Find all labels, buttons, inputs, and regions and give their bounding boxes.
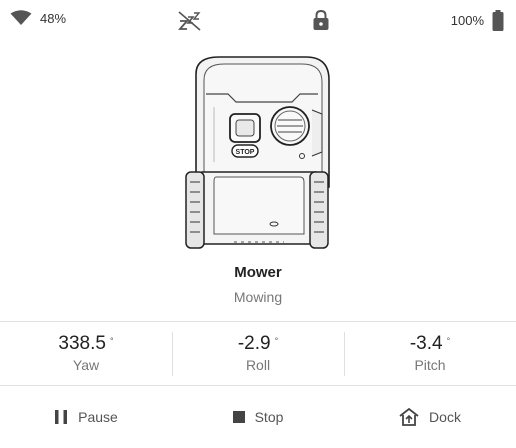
status-bar: 48% 100% <box>0 0 516 40</box>
pause-label: Pause <box>78 409 118 425</box>
metric-pitch: -3.4 ° Pitch <box>344 322 516 385</box>
sleep-status <box>178 11 202 31</box>
metric-value: 338.5 ° <box>0 333 172 355</box>
left-wheel <box>185 171 205 249</box>
battery-status: 100% <box>451 10 504 31</box>
roll-unit: ° <box>274 336 279 346</box>
stop-icon <box>232 411 245 423</box>
pause-icon <box>55 410 68 424</box>
yaw-value: 338.5 <box>58 333 106 354</box>
action-bar: Pause Stop Dock <box>0 386 516 448</box>
orientation-metrics: 338.5 ° Yaw -2.9 ° Roll -3.4 ° Pitch <box>0 322 516 385</box>
lock-icon <box>313 9 329 30</box>
yaw-unit: ° <box>109 336 114 346</box>
yaw-label: Yaw <box>72 357 100 373</box>
wifi-icon <box>10 10 32 25</box>
metric-roll: -2.9 ° Roll <box>172 322 344 385</box>
stop-button[interactable]: Stop <box>172 386 344 448</box>
dock-button[interactable]: Dock <box>344 386 516 448</box>
pause-button[interactable]: Pause <box>0 386 172 448</box>
metric-value: -2.9 ° <box>172 333 344 355</box>
dock-label: Dock <box>429 409 461 425</box>
battery-percentage: 100% <box>450 13 484 28</box>
pitch-unit: ° <box>446 336 451 346</box>
right-wheel <box>309 171 329 249</box>
roll-label: Roll <box>245 357 271 373</box>
pitch-label: Pitch <box>414 357 446 373</box>
pitch-value: -3.4 <box>409 333 443 354</box>
roll-value: -2.9 <box>237 333 271 354</box>
device-name: Mower <box>234 264 282 281</box>
svg-text:STOP: STOP <box>236 149 255 156</box>
sleep-icon <box>178 11 201 31</box>
battery-icon <box>492 10 504 31</box>
lock-status <box>312 9 330 31</box>
wifi-percentage: 48% <box>40 10 67 26</box>
metric-yaw: 338.5 ° Yaw <box>0 322 172 385</box>
wifi-status: 48% <box>10 10 66 26</box>
dock-icon <box>399 408 419 426</box>
metric-value: -3.4 ° <box>344 333 516 355</box>
device-status: Mowing <box>233 289 283 305</box>
stop-label: Stop <box>254 409 284 425</box>
mower-robot-illustration: STOP <box>185 56 330 249</box>
